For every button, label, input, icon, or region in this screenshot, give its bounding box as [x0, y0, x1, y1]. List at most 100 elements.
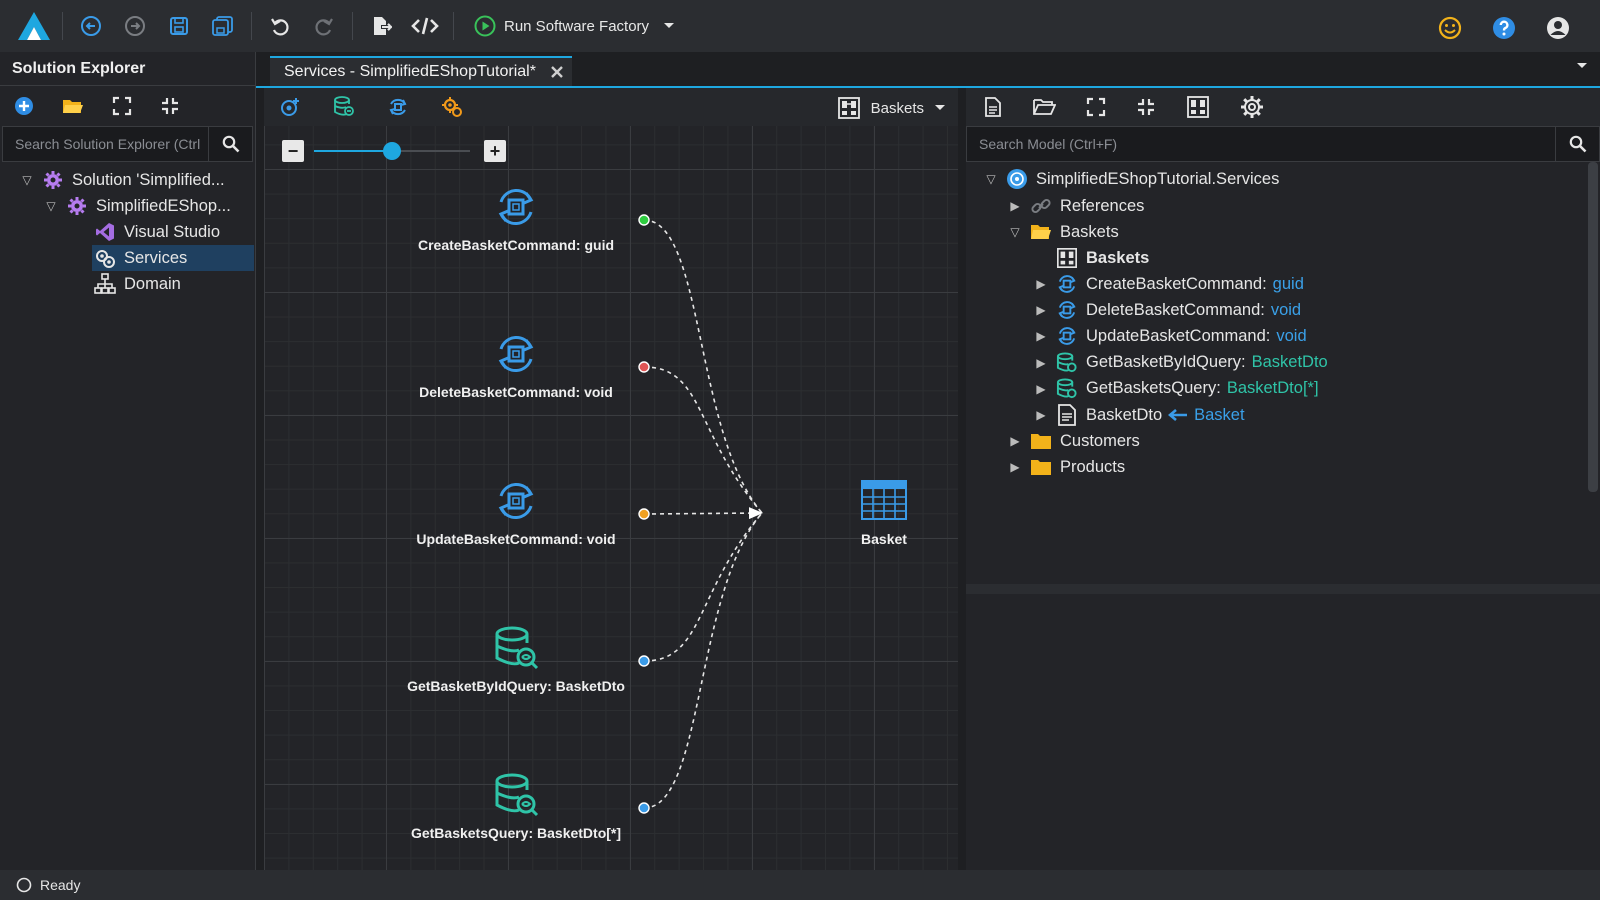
open-folder-button[interactable] [1032, 97, 1056, 117]
new-file-button[interactable] [984, 96, 1002, 118]
save-all-button[interactable] [201, 4, 245, 48]
dto-icon [1056, 404, 1078, 426]
model-search-input[interactable] [967, 127, 1555, 161]
expand-caret-icon[interactable]: ▶ [1032, 382, 1050, 396]
command-node-icon[interactable] [493, 478, 539, 524]
diagram-node-label[interactable]: CreateBasketCommand: guid [418, 237, 614, 253]
solution-explorer-panel: Solution Explorer ▽ Solution 'Simplified… [0, 52, 256, 870]
model-search-box [966, 126, 1600, 162]
expand-caret-icon[interactable]: ▶ [1032, 277, 1050, 291]
model-folder-baskets[interactable]: ▽ Baskets [1006, 219, 1118, 245]
settings-button[interactable] [1240, 95, 1264, 119]
model-item-type[interactable]: Basket [1194, 406, 1244, 425]
panel-splitter[interactable] [958, 88, 966, 870]
tree-item-services[interactable]: Services [92, 245, 254, 271]
tab-list-dropdown[interactable] [1576, 62, 1588, 70]
model-root-package[interactable]: ▽ SimplifiedEShopTutorial.Services [982, 166, 1279, 192]
solution-icon [42, 169, 64, 191]
solution-search-input[interactable] [3, 127, 208, 161]
command-node-icon[interactable] [493, 331, 539, 377]
type-separator: : [1262, 274, 1267, 293]
undo-button[interactable] [258, 4, 302, 48]
model-item-command[interactable]: ▶ CreateBasketCommand: guid [1032, 271, 1304, 297]
model-item-name: CreateBasketCommand [1086, 274, 1263, 293]
forward-button[interactable] [113, 4, 157, 48]
collapse-all-button[interactable] [1136, 97, 1156, 117]
diagram-node-label[interactable]: DeleteBasketCommand: void [419, 384, 613, 400]
expand-all-button[interactable] [1086, 97, 1106, 117]
expand-caret-icon[interactable]: ▶ [1032, 303, 1050, 317]
diagram-view-button[interactable] [1186, 95, 1210, 119]
back-button[interactable] [69, 4, 113, 48]
document-icon [985, 97, 1001, 117]
open-folder-button[interactable] [62, 96, 84, 116]
help-button[interactable] [1482, 6, 1526, 50]
tree-item-application[interactable]: ▽ SimplifiedEShop... [42, 193, 231, 219]
model-references[interactable]: ▶ References [1006, 193, 1144, 219]
run-software-factory-button[interactable]: Run Software Factory [468, 6, 681, 46]
expand-caret-icon[interactable]: ▶ [1006, 199, 1024, 213]
model-item-name: DeleteBasketCommand [1086, 300, 1261, 319]
save-button[interactable] [157, 4, 201, 48]
status-bar: Ready [0, 870, 1600, 900]
tree-item-solution[interactable]: ▽ Solution 'Simplified... [18, 167, 225, 193]
model-search-button[interactable] [1555, 127, 1599, 161]
collapse-caret-icon[interactable]: ▽ [982, 172, 1000, 186]
model-item-dto[interactable]: ▶ BasketDto Basket [1032, 402, 1245, 428]
basket-entity-label[interactable]: Basket [861, 531, 907, 547]
toolbar-separator [352, 12, 353, 40]
folder-open-icon [1033, 99, 1056, 115]
model-item-name: GetBasketsQuery [1086, 379, 1217, 398]
save-icon [170, 17, 188, 35]
tree-item-label: Products [1060, 457, 1126, 476]
export-button[interactable] [359, 4, 403, 48]
query-node-icon[interactable] [493, 772, 539, 818]
expand-caret-icon[interactable]: ▶ [1006, 434, 1024, 448]
close-tab-button[interactable] [550, 65, 564, 79]
model-item-query[interactable]: ▶ GetBasketsQuery: BasketDto[*] [1032, 376, 1319, 402]
diagram-node-label[interactable]: UpdateBasketCommand: void [416, 531, 615, 547]
redo-button[interactable] [302, 4, 346, 48]
expand-all-button[interactable] [112, 96, 132, 116]
toolbar-separator [453, 12, 454, 40]
diagram-canvas[interactable]: Baskets − + CreateBasketCommand: guid Del… [264, 88, 958, 870]
tab-services-diagram[interactable]: Services - SimplifiedEShopTutorial* [270, 56, 572, 86]
type-separator: : [1260, 300, 1265, 319]
basket-entity-icon[interactable] [861, 480, 907, 520]
collapse-all-button[interactable] [160, 96, 180, 116]
model-diagram-baskets[interactable]: Baskets [1056, 245, 1149, 271]
expand-caret-icon[interactable]: ▶ [1032, 408, 1050, 422]
close-icon [551, 66, 563, 78]
model-tree: ▽ SimplifiedEShopTutorial.Services ▶ Ref… [966, 160, 1586, 584]
expand-caret-icon[interactable]: ▶ [1032, 329, 1050, 343]
account-button[interactable] [1536, 6, 1580, 50]
diagram-node-label[interactable]: GetBasketByIdQuery: BasketDto [407, 678, 625, 694]
solution-search-button[interactable] [208, 127, 252, 161]
diagram-node-label[interactable]: GetBasketsQuery: BasketDto[*] [411, 825, 621, 841]
model-item-query[interactable]: ▶ GetBasketByIdQuery: BasketDto [1032, 350, 1328, 376]
expand-caret-icon[interactable]: ▶ [1032, 356, 1050, 370]
add-button[interactable] [14, 96, 34, 116]
collapse-icon [162, 98, 178, 114]
tree-item-visual-studio[interactable]: Visual Studio [94, 219, 220, 245]
tree-item-domain[interactable]: Domain [94, 271, 181, 297]
model-item-command[interactable]: ▶ UpdateBasketCommand: void [1032, 323, 1307, 349]
model-item-command[interactable]: ▶ DeleteBasketCommand: void [1032, 297, 1301, 323]
model-explorer-toolbar [966, 88, 1600, 126]
query-node-icon[interactable] [493, 625, 539, 671]
code-button[interactable] [403, 4, 447, 48]
command-node-icon[interactable] [493, 184, 539, 230]
gear-icon [1241, 96, 1263, 118]
collapse-caret-icon[interactable]: ▽ [42, 199, 60, 213]
model-tree-scrollbar[interactable] [1588, 162, 1598, 492]
model-item-name: BasketDto [1086, 405, 1163, 424]
link-icon [1030, 195, 1052, 217]
feedback-button[interactable] [1428, 6, 1472, 50]
collapse-caret-icon[interactable]: ▽ [18, 173, 36, 187]
search-icon [222, 135, 239, 153]
model-folder-customers[interactable]: ▶ Customers [1006, 428, 1139, 454]
model-folder-products[interactable]: ▶ Products [1006, 454, 1125, 480]
collapse-caret-icon[interactable]: ▽ [1006, 225, 1024, 239]
redo-icon [315, 18, 333, 36]
expand-caret-icon[interactable]: ▶ [1006, 460, 1024, 474]
